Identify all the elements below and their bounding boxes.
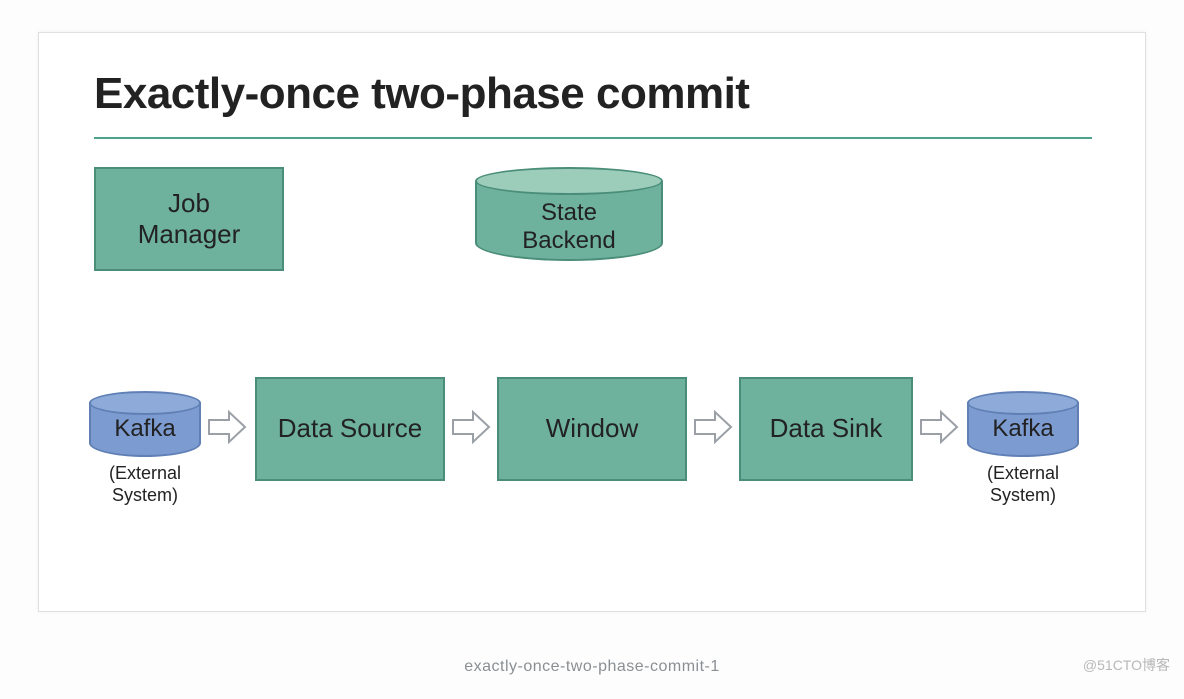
- kafka-source-label: Kafka: [89, 415, 201, 443]
- state-backend-label: State Backend: [475, 199, 663, 254]
- title-underline: [94, 137, 1092, 139]
- kafka-source-cylinder: Kafka: [89, 391, 201, 457]
- kafka-sink-label: Kafka: [967, 415, 1079, 443]
- figure-caption: exactly-once-two-phase-commit-1: [0, 658, 1184, 676]
- arrow-icon: [451, 409, 491, 445]
- kafka-sink-cylinder: Kafka: [967, 391, 1079, 457]
- watermark-text: @51CTO博客: [1083, 655, 1170, 675]
- arrow-icon: [207, 409, 247, 445]
- state-backend-cylinder: State Backend: [475, 167, 663, 261]
- slide-frame: Exactly-once two-phase commit Job Manage…: [38, 32, 1146, 612]
- window-box: Window: [497, 377, 687, 481]
- job-manager-box: Job Manager: [94, 167, 284, 271]
- slide-title: Exactly-once two-phase commit: [94, 69, 749, 119]
- data-sink-box: Data Sink: [739, 377, 913, 481]
- data-source-box: Data Source: [255, 377, 445, 481]
- kafka-source-sublabel: (External System): [85, 463, 205, 506]
- arrow-icon: [693, 409, 733, 445]
- kafka-sink-sublabel: (External System): [963, 463, 1083, 506]
- arrow-icon: [919, 409, 959, 445]
